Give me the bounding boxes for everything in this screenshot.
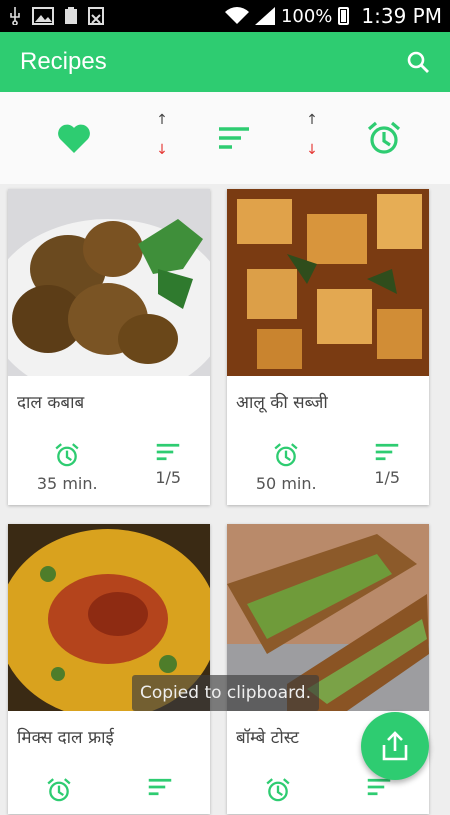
wifi-icon	[224, 7, 249, 25]
clock: 1:39 PM	[361, 4, 442, 28]
battery-saver-icon	[65, 7, 77, 24]
sort-descending-icon[interactable]: ↓	[156, 142, 168, 158]
difficulty-level: 1/5	[374, 468, 401, 487]
difficulty-icon	[148, 778, 172, 796]
recipe-title: दाल कबाब	[17, 393, 85, 413]
recipe-meta: 35 min. 1/5	[8, 442, 210, 505]
time-filter-button[interactable]	[364, 118, 404, 158]
difficulty-filter-button[interactable]	[216, 124, 252, 152]
recipe-image	[227, 189, 429, 376]
recipe-meta	[8, 777, 210, 815]
image-icon	[32, 7, 54, 25]
notification-icons	[8, 7, 104, 25]
sort-favorites-arrows[interactable]: ↑ ↓	[152, 112, 172, 158]
difficulty-icon	[367, 778, 391, 796]
battery-percent: 100%	[280, 5, 333, 27]
difficulty-level: 1/5	[155, 468, 182, 487]
alarm-clock-icon	[274, 443, 298, 467]
sort-ascending-icon[interactable]: ↑	[156, 112, 168, 128]
favorites-filter-button[interactable]	[54, 120, 94, 156]
sort-lines-icon	[219, 127, 249, 149]
recipe-title: आलू की सब्जी	[236, 393, 328, 413]
cook-time: 50 min.	[255, 474, 317, 493]
battery-icon	[338, 7, 350, 25]
search-button[interactable]	[400, 44, 436, 80]
share-button[interactable]	[361, 712, 429, 780]
signal-icon	[254, 7, 275, 25]
alarm-clock-icon	[47, 778, 71, 802]
sort-descending-icon[interactable]: ↓	[306, 142, 318, 158]
share-icon	[382, 731, 408, 761]
alarm-clock-icon	[266, 778, 290, 802]
cook-time: 35 min.	[36, 474, 98, 493]
sort-ascending-icon[interactable]: ↑	[306, 112, 318, 128]
sim-off-icon	[88, 7, 104, 25]
difficulty-icon	[156, 443, 180, 461]
page-title: Recipes	[20, 48, 107, 75]
alarm-clock-icon	[367, 121, 401, 154]
recipe-title: मिक्स दाल फ्राई	[17, 728, 114, 748]
sort-difficulty-arrows[interactable]: ↑ ↓	[302, 112, 322, 158]
usb-icon	[10, 7, 20, 25]
status-bar: 100% 1:39 PM	[0, 0, 450, 32]
recipe-card[interactable]: मिक्स दाल फ्राई	[8, 524, 210, 814]
toast-message: Copied to clipboard.	[132, 675, 319, 711]
alarm-clock-icon	[55, 443, 79, 467]
recipe-meta	[227, 777, 429, 815]
recipe-card[interactable]: आलू की सब्जी 50 min. 1/5	[227, 189, 429, 505]
heart-icon	[58, 124, 90, 153]
recipe-card[interactable]: दाल कबाब 35 min. 1/5	[8, 189, 210, 505]
recipe-image	[8, 189, 210, 376]
search-icon	[407, 51, 429, 73]
filter-bar: ↑ ↓ ↑ ↓	[0, 92, 450, 184]
difficulty-icon	[375, 443, 399, 461]
app-bar: Recipes	[0, 32, 450, 92]
recipe-meta: 50 min. 1/5	[227, 442, 429, 505]
